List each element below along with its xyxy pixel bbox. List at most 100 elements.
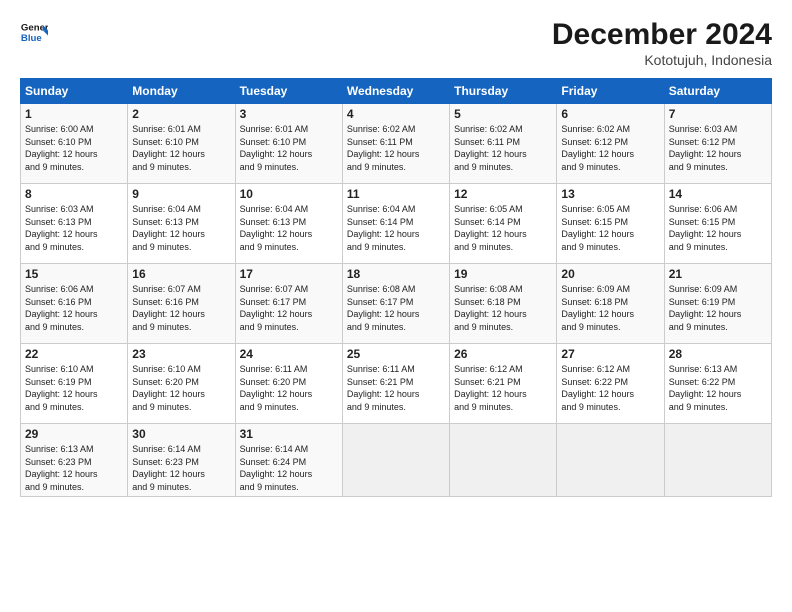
day-number: 17 — [240, 267, 338, 281]
col-friday: Friday — [557, 79, 664, 104]
table-row: 29 Sunrise: 6:13 AM Sunset: 6:23 PM Dayl… — [21, 424, 128, 497]
day-info: Sunrise: 6:04 AM Sunset: 6:14 PM Dayligh… — [347, 203, 445, 253]
day-number: 5 — [454, 107, 552, 121]
day-info: Sunrise: 6:02 AM Sunset: 6:11 PM Dayligh… — [454, 123, 552, 173]
day-number: 10 — [240, 187, 338, 201]
col-sunday: Sunday — [21, 79, 128, 104]
calendar-table: Sunday Monday Tuesday Wednesday Thursday… — [20, 78, 772, 497]
day-number: 29 — [25, 427, 123, 441]
day-number: 22 — [25, 347, 123, 361]
table-row: 21 Sunrise: 6:09 AM Sunset: 6:19 PM Dayl… — [664, 264, 771, 344]
day-info: Sunrise: 6:09 AM Sunset: 6:18 PM Dayligh… — [561, 283, 659, 333]
day-info: Sunrise: 6:08 AM Sunset: 6:18 PM Dayligh… — [454, 283, 552, 333]
day-info: Sunrise: 6:03 AM Sunset: 6:12 PM Dayligh… — [669, 123, 767, 173]
table-row — [557, 424, 664, 497]
day-info: Sunrise: 6:06 AM Sunset: 6:16 PM Dayligh… — [25, 283, 123, 333]
day-info: Sunrise: 6:11 AM Sunset: 6:21 PM Dayligh… — [347, 363, 445, 413]
table-row: 10 Sunrise: 6:04 AM Sunset: 6:13 PM Dayl… — [235, 184, 342, 264]
day-info: Sunrise: 6:06 AM Sunset: 6:15 PM Dayligh… — [669, 203, 767, 253]
col-wednesday: Wednesday — [342, 79, 449, 104]
table-row — [664, 424, 771, 497]
day-number: 24 — [240, 347, 338, 361]
table-row: 9 Sunrise: 6:04 AM Sunset: 6:13 PM Dayli… — [128, 184, 235, 264]
table-row: 28 Sunrise: 6:13 AM Sunset: 6:22 PM Dayl… — [664, 344, 771, 424]
table-row: 2 Sunrise: 6:01 AM Sunset: 6:10 PM Dayli… — [128, 104, 235, 184]
table-row: 18 Sunrise: 6:08 AM Sunset: 6:17 PM Dayl… — [342, 264, 449, 344]
day-info: Sunrise: 6:01 AM Sunset: 6:10 PM Dayligh… — [132, 123, 230, 173]
day-number: 31 — [240, 427, 338, 441]
table-row: 7 Sunrise: 6:03 AM Sunset: 6:12 PM Dayli… — [664, 104, 771, 184]
day-number: 30 — [132, 427, 230, 441]
day-number: 2 — [132, 107, 230, 121]
day-info: Sunrise: 6:01 AM Sunset: 6:10 PM Dayligh… — [240, 123, 338, 173]
table-row — [450, 424, 557, 497]
day-info: Sunrise: 6:14 AM Sunset: 6:24 PM Dayligh… — [240, 443, 338, 493]
day-info: Sunrise: 6:12 AM Sunset: 6:21 PM Dayligh… — [454, 363, 552, 413]
day-number: 6 — [561, 107, 659, 121]
table-row: 17 Sunrise: 6:07 AM Sunset: 6:17 PM Dayl… — [235, 264, 342, 344]
day-number: 14 — [669, 187, 767, 201]
day-number: 11 — [347, 187, 445, 201]
table-row: 16 Sunrise: 6:07 AM Sunset: 6:16 PM Dayl… — [128, 264, 235, 344]
day-number: 19 — [454, 267, 552, 281]
day-number: 23 — [132, 347, 230, 361]
day-number: 9 — [132, 187, 230, 201]
day-number: 18 — [347, 267, 445, 281]
month-title: December 2024 — [552, 18, 772, 52]
table-row: 6 Sunrise: 6:02 AM Sunset: 6:12 PM Dayli… — [557, 104, 664, 184]
table-row: 26 Sunrise: 6:12 AM Sunset: 6:21 PM Dayl… — [450, 344, 557, 424]
day-number: 1 — [25, 107, 123, 121]
col-tuesday: Tuesday — [235, 79, 342, 104]
day-number: 7 — [669, 107, 767, 121]
day-number: 15 — [25, 267, 123, 281]
day-number: 3 — [240, 107, 338, 121]
table-row: 22 Sunrise: 6:10 AM Sunset: 6:19 PM Dayl… — [21, 344, 128, 424]
day-number: 13 — [561, 187, 659, 201]
table-row: 31 Sunrise: 6:14 AM Sunset: 6:24 PM Dayl… — [235, 424, 342, 497]
table-row: 19 Sunrise: 6:08 AM Sunset: 6:18 PM Dayl… — [450, 264, 557, 344]
day-info: Sunrise: 6:05 AM Sunset: 6:14 PM Dayligh… — [454, 203, 552, 253]
day-info: Sunrise: 6:10 AM Sunset: 6:19 PM Dayligh… — [25, 363, 123, 413]
svg-text:Blue: Blue — [21, 33, 42, 44]
day-info: Sunrise: 6:00 AM Sunset: 6:10 PM Dayligh… — [25, 123, 123, 173]
day-number: 20 — [561, 267, 659, 281]
day-number: 12 — [454, 187, 552, 201]
location: Kototujuh, Indonesia — [552, 52, 772, 68]
day-info: Sunrise: 6:03 AM Sunset: 6:13 PM Dayligh… — [25, 203, 123, 253]
day-info: Sunrise: 6:02 AM Sunset: 6:11 PM Dayligh… — [347, 123, 445, 173]
table-row: 4 Sunrise: 6:02 AM Sunset: 6:11 PM Dayli… — [342, 104, 449, 184]
day-info: Sunrise: 6:07 AM Sunset: 6:17 PM Dayligh… — [240, 283, 338, 333]
day-info: Sunrise: 6:13 AM Sunset: 6:22 PM Dayligh… — [669, 363, 767, 413]
table-row: 30 Sunrise: 6:14 AM Sunset: 6:23 PM Dayl… — [128, 424, 235, 497]
calendar-header-row: Sunday Monday Tuesday Wednesday Thursday… — [21, 79, 772, 104]
col-thursday: Thursday — [450, 79, 557, 104]
day-info: Sunrise: 6:04 AM Sunset: 6:13 PM Dayligh… — [132, 203, 230, 253]
day-info: Sunrise: 6:11 AM Sunset: 6:20 PM Dayligh… — [240, 363, 338, 413]
day-info: Sunrise: 6:08 AM Sunset: 6:17 PM Dayligh… — [347, 283, 445, 333]
day-info: Sunrise: 6:10 AM Sunset: 6:20 PM Dayligh… — [132, 363, 230, 413]
table-row: 23 Sunrise: 6:10 AM Sunset: 6:20 PM Dayl… — [128, 344, 235, 424]
day-info: Sunrise: 6:05 AM Sunset: 6:15 PM Dayligh… — [561, 203, 659, 253]
table-row: 11 Sunrise: 6:04 AM Sunset: 6:14 PM Dayl… — [342, 184, 449, 264]
col-saturday: Saturday — [664, 79, 771, 104]
table-row: 24 Sunrise: 6:11 AM Sunset: 6:20 PM Dayl… — [235, 344, 342, 424]
day-info: Sunrise: 6:07 AM Sunset: 6:16 PM Dayligh… — [132, 283, 230, 333]
page: General Blue December 2024 Kototujuh, In… — [0, 0, 792, 612]
day-number: 8 — [25, 187, 123, 201]
table-row: 12 Sunrise: 6:05 AM Sunset: 6:14 PM Dayl… — [450, 184, 557, 264]
day-info: Sunrise: 6:04 AM Sunset: 6:13 PM Dayligh… — [240, 203, 338, 253]
logo-icon: General Blue — [20, 18, 48, 46]
header: General Blue December 2024 Kototujuh, In… — [20, 18, 772, 68]
table-row: 27 Sunrise: 6:12 AM Sunset: 6:22 PM Dayl… — [557, 344, 664, 424]
logo: General Blue — [20, 18, 48, 46]
table-row — [342, 424, 449, 497]
table-row: 5 Sunrise: 6:02 AM Sunset: 6:11 PM Dayli… — [450, 104, 557, 184]
day-info: Sunrise: 6:14 AM Sunset: 6:23 PM Dayligh… — [132, 443, 230, 493]
table-row: 15 Sunrise: 6:06 AM Sunset: 6:16 PM Dayl… — [21, 264, 128, 344]
day-number: 16 — [132, 267, 230, 281]
day-info: Sunrise: 6:13 AM Sunset: 6:23 PM Dayligh… — [25, 443, 123, 493]
table-row: 1 Sunrise: 6:00 AM Sunset: 6:10 PM Dayli… — [21, 104, 128, 184]
table-row: 14 Sunrise: 6:06 AM Sunset: 6:15 PM Dayl… — [664, 184, 771, 264]
title-block: December 2024 Kototujuh, Indonesia — [552, 18, 772, 68]
table-row: 3 Sunrise: 6:01 AM Sunset: 6:10 PM Dayli… — [235, 104, 342, 184]
